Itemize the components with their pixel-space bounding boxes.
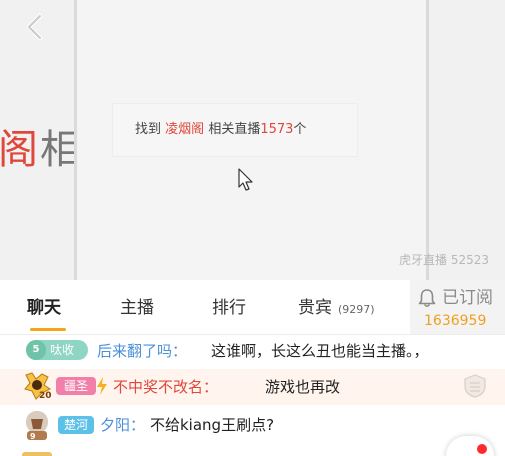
search-result-text: 找到 凌烟阁 相关直播1573个 bbox=[135, 120, 306, 140]
tab-host[interactable]: 主播 bbox=[120, 297, 154, 319]
subscriber-count: 1636959 bbox=[424, 313, 487, 329]
search-result-count: 1573 bbox=[260, 122, 294, 137]
fan-level: 5 bbox=[26, 340, 46, 360]
chat-message: 5 呔收 后来翻了吗： 这谁啊，长这么丑也能当主播。， bbox=[0, 335, 505, 369]
live-stream-screen: 阁相 找到 凌烟阁 相关直播1573个 虎牙直播 52523 聊天 主播 排行 … bbox=[0, 0, 505, 456]
video-watermark: 虎牙直播 52523 bbox=[399, 253, 489, 267]
back-arrow-icon bbox=[27, 14, 42, 40]
chat-nickname[interactable]: 夕阳： bbox=[100, 415, 145, 435]
search-result-prefix: 找到 bbox=[135, 122, 162, 137]
noble-badge-icon: 20 bbox=[24, 372, 52, 401]
user-level-avatar-icon: 9 bbox=[26, 411, 48, 441]
chat-message: 9 楚河 夕阳： 不给kiang王刷点? bbox=[0, 407, 505, 443]
mouse-cursor-icon bbox=[238, 168, 253, 191]
bell-icon bbox=[418, 289, 436, 308]
tab-rank[interactable]: 排行 bbox=[212, 297, 246, 319]
tab-vip-count: (9297) bbox=[338, 303, 375, 316]
search-result-box: 找到 凌烟阁 相关直播1573个 bbox=[113, 104, 357, 156]
video-right-panel bbox=[429, 0, 505, 280]
tab-vip[interactable]: 贵宾 (9297) bbox=[298, 297, 375, 321]
video-left-text-main: 阁 bbox=[0, 127, 40, 173]
video-player[interactable]: 阁相 找到 凌烟阁 相关直播1573个 虎牙直播 52523 bbox=[0, 0, 505, 280]
back-button[interactable] bbox=[18, 10, 52, 44]
tab-vip-label: 贵宾 bbox=[298, 298, 332, 318]
notification-dot bbox=[477, 444, 487, 454]
chat-message: 20 疆圣 不中奖不改名： 游戏也再改 bbox=[0, 369, 505, 405]
chat-list[interactable]: 5 呔收 后来翻了吗： 这谁啊，长这么丑也能当主播。， 20 疆圣 不中奖不改名… bbox=[0, 335, 505, 456]
fan-badge-name: 呔收 bbox=[50, 343, 75, 357]
chat-text: 游戏也再改 bbox=[265, 378, 341, 396]
chat-message-partial bbox=[22, 452, 52, 456]
chat-text: 不给kiang王刷点? bbox=[150, 416, 275, 434]
tab-chat[interactable]: 聊天 bbox=[27, 297, 61, 319]
search-result-suffix: 个 bbox=[293, 122, 307, 137]
active-tab-indicator bbox=[30, 328, 66, 331]
subscribe-label: 已订阅 bbox=[442, 288, 493, 308]
fan-badge[interactable]: 疆圣 bbox=[56, 377, 96, 395]
video-left-text: 阁相 bbox=[0, 126, 82, 174]
fan-badge[interactable]: 楚河 bbox=[58, 416, 94, 434]
guard-shield-icon bbox=[464, 374, 486, 398]
search-result-middle: 相关直播 bbox=[208, 122, 261, 137]
noble-level: 20 bbox=[39, 391, 52, 401]
subscribe-button[interactable]: 已订阅 1636959 bbox=[410, 280, 505, 334]
avatar-level: 9 bbox=[30, 432, 36, 441]
fan-badge-name: 疆圣 bbox=[63, 379, 88, 393]
chat-text: 这谁啊，长这么丑也能当主播。， bbox=[211, 342, 429, 360]
search-result-keyword: 凌烟阁 bbox=[165, 122, 205, 137]
lightning-icon bbox=[97, 377, 107, 395]
chat-nickname[interactable]: 后来翻了吗： bbox=[97, 341, 187, 361]
fan-badge[interactable]: 5 呔收 bbox=[26, 340, 88, 360]
chat-nickname[interactable]: 不中奖不改名： bbox=[113, 377, 218, 397]
fan-badge-name: 楚河 bbox=[63, 418, 88, 432]
